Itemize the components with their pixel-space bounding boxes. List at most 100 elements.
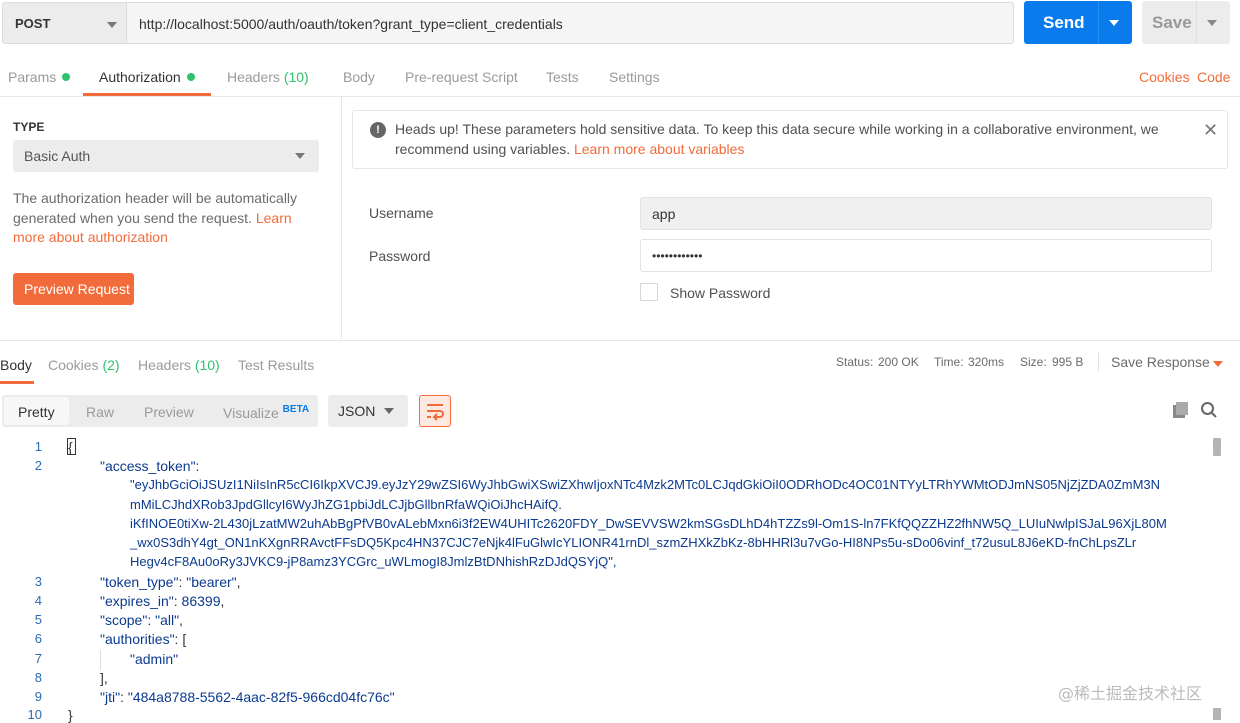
save-response-chevron-icon[interactable] [1213,361,1223,367]
info-icon: ! [370,122,386,138]
password-value: •••••••••••• [652,249,703,263]
preview-request-button[interactable]: Preview Request [13,273,134,305]
code-line: "authorities": [ [100,631,187,647]
show-password-label: Show Password [670,285,771,301]
tab-settings[interactable]: Settings [609,69,660,85]
tab-body[interactable]: Body [343,69,375,85]
tab-response-headers[interactable]: Headers (10) [138,357,220,373]
code-link[interactable]: Code [1197,69,1230,85]
tab-test-results[interactable]: Test Results [238,357,314,373]
status-dot-icon [186,73,195,81]
active-tab-indicator [83,93,211,96]
tab-response-headers-label: Headers [138,357,191,373]
time-label: Time: [934,355,964,369]
learn-more-variables-link[interactable]: Learn more about variables [574,141,744,157]
view-visualize-label: Visualize [223,405,279,421]
username-value: app [652,206,676,222]
token-line: Hegv4cF8Au0oRy3JVKC9-jP8amz3YCGrc_uWLmog… [130,554,617,569]
line-number: 9 [34,689,42,704]
scrollbar-thumb-bottom[interactable] [1213,708,1221,720]
format-select[interactable]: JSON [328,395,408,427]
show-password-checkbox[interactable] [640,283,658,301]
view-preview[interactable]: Preview [144,404,194,420]
json-value: "all" [155,612,180,628]
tab-headers-count: (10) [283,69,309,85]
tab-response-headers-count: (10) [194,357,220,373]
code-line: "admin" [130,651,178,667]
code-line: "access_token": [100,458,200,474]
json-key: "token_type" [100,574,179,590]
line-number: 7 [34,651,42,666]
json-value: [ [182,631,187,647]
tab-pre-request-script[interactable]: Pre-request Script [405,69,518,85]
url-text: http://localhost:5000/auth/oauth/token?g… [139,16,563,32]
save-options-chevron-icon[interactable] [1207,20,1217,26]
token-line: _wx0S3dhY4gt_ON1nKXgnRRAvctFFsDQ5Kpc4HN3… [130,535,1137,550]
tab-params-label: Params [8,69,57,85]
code-line: "jti": "484a8788-5562-4aac-82f5-966cd04f… [100,689,395,705]
status-value: 200 OK [878,355,919,369]
copy-icon[interactable] [1172,401,1190,419]
preview-request-label: Preview Request [24,281,130,297]
send-button[interactable]: Send [1024,1,1132,44]
scrollbar-thumb[interactable] [1213,438,1221,456]
beta-badge: BETA [282,404,310,415]
search-icon[interactable] [1200,401,1218,419]
line-number: 3 [34,574,42,589]
save-button[interactable]: Save [1142,1,1230,44]
view-raw[interactable]: Raw [86,404,114,420]
wrap-lines-button[interactable] [419,395,451,427]
tab-response-body[interactable]: Body [0,357,32,373]
auth-type-value: Basic Auth [24,148,91,164]
send-label: Send [1043,13,1085,32]
response-toolbar: Pretty Raw Preview Visualize BETA JSON [0,395,1240,429]
tab-params[interactable]: Params [8,69,71,85]
watermark: @稀土掘金技术社区 [1058,684,1203,703]
status-dot-icon [62,73,71,81]
url-input[interactable]: http://localhost:5000/auth/oauth/token?g… [126,2,1014,44]
save-label: Save [1152,13,1192,32]
request-bar: POST http://localhost:5000/auth/oauth/to… [0,0,1240,48]
code-line: { [68,439,73,455]
save-response-button[interactable]: Save Response [1111,354,1210,370]
password-field[interactable]: •••••••••••• [640,239,1212,272]
chevron-down-icon [384,408,394,414]
line-number: 4 [34,593,42,608]
request-tabs: Params Authorization Headers (10) Body P… [0,57,1240,97]
username-field[interactable]: app [640,197,1212,230]
username-label: Username [369,205,434,221]
code-line: ], [100,670,108,686]
status-divider [1098,353,1099,371]
line-number: 8 [34,670,42,685]
auth-type-panel: TYPE Basic Auth The authorization header… [0,97,342,339]
view-pretty[interactable]: Pretty [18,404,55,420]
code-line: "expires_in": 86399, [100,593,225,609]
method-label: POST [15,16,51,31]
send-divider [1098,1,1099,44]
send-options-chevron-icon[interactable] [1109,20,1119,26]
auth-description-text: The authorization header will be automat… [13,190,298,226]
method-select[interactable]: POST [2,2,126,44]
code-line: "scope": "all", [100,612,183,628]
password-label: Password [369,248,431,264]
cookies-link[interactable]: Cookies [1139,69,1190,85]
tab-headers-label: Headers [227,69,280,85]
tab-authorization[interactable]: Authorization [99,69,195,85]
response-tabs: Body Cookies (2) Headers (10) Test Resul… [0,340,1240,386]
tab-headers[interactable]: Headers (10) [227,69,309,85]
tab-response-cookies[interactable]: Cookies (2) [48,357,120,373]
alert-text: Heads up! These parameters hold sensitiv… [395,121,1159,157]
format-value: JSON [338,403,376,419]
line-number: 5 [34,612,42,627]
line-number: 1 [34,439,42,454]
json-key: "access_token" [100,458,196,474]
code-line: "token_type": "bearer", [100,574,241,590]
view-visualize[interactable]: Visualize BETA [223,404,309,421]
status-label: Status: [836,355,874,369]
json-value: "admin" [130,651,179,667]
auth-type-select[interactable]: Basic Auth [13,140,319,172]
token-line: iKfINOE0tiXw-2L430jLzatMW2uhAbBgPfVB0vAL… [130,516,1167,531]
json-key: "expires_in" [100,593,174,609]
close-icon[interactable]: ✕ [1203,120,1218,141]
tab-tests[interactable]: Tests [546,69,579,85]
